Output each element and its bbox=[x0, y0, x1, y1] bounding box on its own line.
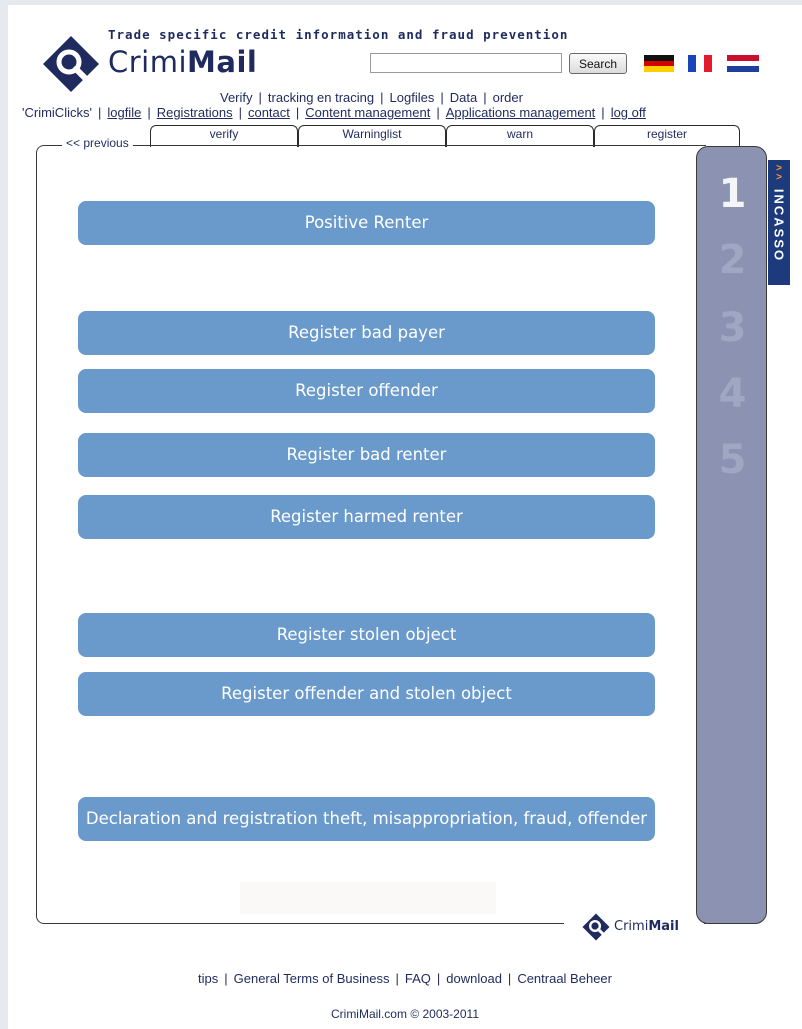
positive-renter-button[interactable]: Positive Renter bbox=[78, 201, 655, 245]
crimimail-logo-icon bbox=[43, 36, 99, 92]
tab-warninglist[interactable]: Warninglist bbox=[298, 125, 446, 147]
search-input[interactable] bbox=[370, 53, 562, 73]
faded-banner bbox=[240, 882, 496, 914]
incasso-label: INCASSO bbox=[771, 188, 787, 263]
nav-log-off[interactable]: log off bbox=[611, 105, 646, 120]
nav-order[interactable]: order bbox=[493, 90, 523, 105]
logo-prefix: Crimi bbox=[108, 45, 188, 79]
footer-faq[interactable]: FAQ bbox=[405, 971, 431, 986]
nav-data[interactable]: Data bbox=[450, 90, 477, 105]
nav-logfile[interactable]: logfile bbox=[107, 105, 141, 120]
incasso-tab[interactable]: > > INCASSO bbox=[768, 160, 790, 285]
nav-crimiclicks[interactable]: 'CrimiClicks' bbox=[22, 105, 92, 120]
secondary-nav: 'CrimiClicks' | logfile | Registrations | cont… bbox=[22, 105, 646, 120]
register-offender-and-stolen-object-button[interactable]: Register offender and stolen object bbox=[78, 672, 655, 716]
page: Trade specific credit information and fr… bbox=[8, 5, 802, 1029]
flag-nl-icon[interactable] bbox=[727, 55, 759, 72]
declaration-registration-button[interactable]: Declaration and registration theft, misa… bbox=[78, 797, 655, 841]
step-2[interactable]: 2 bbox=[697, 237, 768, 283]
footer-centraal-beheer[interactable]: Centraal Beheer bbox=[517, 971, 612, 986]
register-harmed-renter-button[interactable]: Register harmed renter bbox=[78, 495, 655, 539]
register-bad-payer-button[interactable]: Register bad payer bbox=[78, 311, 655, 355]
step-3[interactable]: 3 bbox=[697, 305, 768, 351]
tagline: Trade specific credit information and fr… bbox=[108, 27, 569, 42]
footer-terms[interactable]: General Terms of Business bbox=[234, 971, 390, 986]
previous-link[interactable]: << previous bbox=[62, 136, 133, 150]
register-offender-button[interactable]: Register offender bbox=[78, 369, 655, 413]
copyright: CrimiMail.com © 2003-2011 bbox=[330, 1007, 479, 1021]
logo-wordmark: CrimiMail bbox=[108, 45, 257, 79]
nav-contact[interactable]: contact bbox=[248, 105, 290, 120]
small-logo-suffix: Mail bbox=[648, 919, 679, 934]
register-bad-renter-button[interactable]: Register bad renter bbox=[78, 433, 655, 477]
crimimail-small-logo-icon bbox=[582, 913, 610, 941]
nav-registrations[interactable]: Registrations bbox=[157, 105, 233, 120]
nav-content-management[interactable]: Content management bbox=[305, 105, 430, 120]
step-5[interactable]: 5 bbox=[697, 437, 768, 483]
step-rail: 1 2 3 4 5 bbox=[696, 146, 767, 924]
nav-verify[interactable]: Verify bbox=[220, 90, 253, 105]
small-logo-prefix: Crimi bbox=[614, 919, 649, 934]
step-1[interactable]: 1 bbox=[697, 171, 768, 217]
nav-applications-management[interactable]: Applications management bbox=[446, 105, 596, 120]
nav-logfiles[interactable]: Logfiles bbox=[390, 90, 435, 105]
small-logo-wordmark: CrimiMail bbox=[614, 919, 679, 934]
tab-verify[interactable]: verify bbox=[150, 125, 298, 147]
search-button[interactable]: Search bbox=[569, 53, 627, 74]
step-4[interactable]: 4 bbox=[697, 371, 768, 417]
flag-de-icon[interactable] bbox=[644, 55, 674, 72]
footer-tips[interactable]: tips bbox=[198, 971, 218, 986]
register-stolen-object-button[interactable]: Register stolen object bbox=[78, 613, 655, 657]
tab-warn[interactable]: warn bbox=[446, 125, 594, 147]
nav-tracking[interactable]: tracking en tracing bbox=[268, 90, 374, 105]
tab-register[interactable]: register bbox=[594, 125, 740, 147]
footer-links: tips | General Terms of Business | FAQ | downl… bbox=[198, 971, 612, 986]
flag-fr-icon[interactable] bbox=[688, 55, 712, 72]
main-nav: Verify | tracking en tracing | Logfiles | Data… bbox=[220, 90, 523, 105]
logo-suffix: Mail bbox=[187, 45, 258, 79]
footer-download[interactable]: download bbox=[446, 971, 502, 986]
